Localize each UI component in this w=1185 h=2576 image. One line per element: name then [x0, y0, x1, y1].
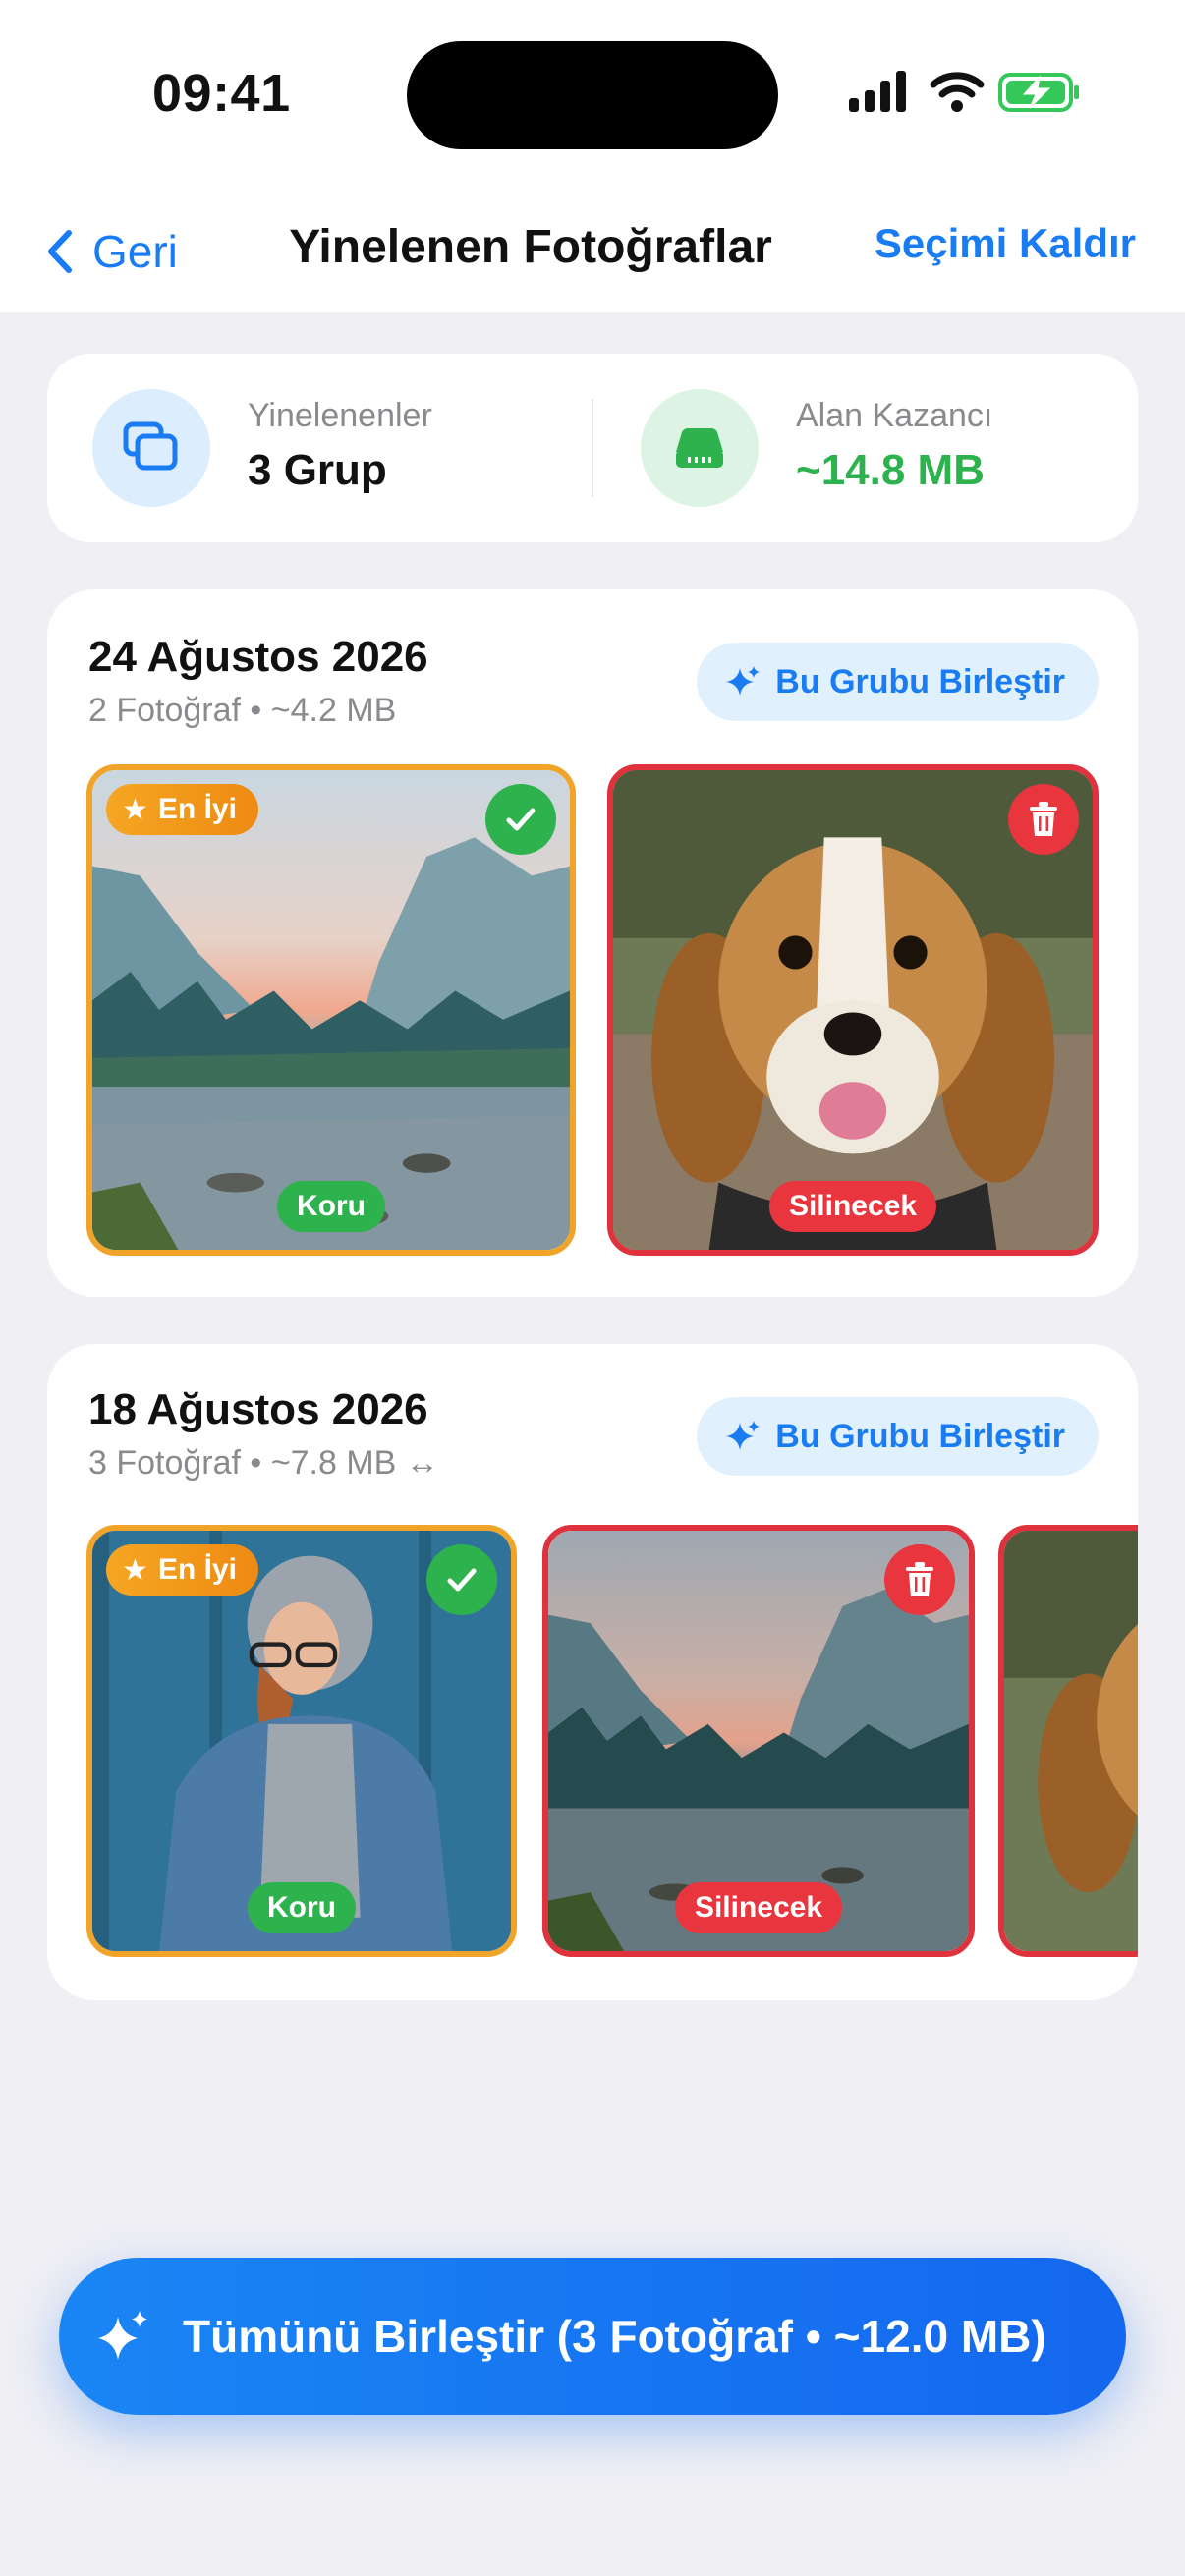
selected-check-icon[interactable]: [485, 784, 556, 855]
photo-thumbnail[interactable]: ★ En İyi Koru: [86, 1525, 517, 1957]
space-label: Alan Kazancı: [796, 397, 993, 434]
duplicate-group-card: 24 Ağustos 2026 2 Fotoğraf • ~4.2 MB Bu …: [47, 589, 1138, 1297]
photo-stack-icon: [123, 421, 178, 471]
merge-all-label: Tümünü Birleştir (3 Fotoğraf • ~12.0 MB): [183, 2311, 1046, 2362]
wifi-icon: [930, 72, 985, 112]
trash-icon[interactable]: [884, 1544, 955, 1615]
sparkles-icon: [726, 666, 761, 696]
group-date: 18 Ağustos 2026: [88, 1385, 428, 1433]
selected-check-icon[interactable]: [426, 1544, 497, 1615]
storage-drive-icon: [676, 428, 723, 468]
space-value: ~14.8 MB: [796, 446, 985, 494]
duplicate-group-card: 18 Ağustos 2026 3 Fotoğraf • ~7.8 MB ↔ B…: [47, 1344, 1138, 2000]
photo-thumbnail[interactable]: ★ En İyi Koru: [86, 764, 576, 1256]
storage-icon-badge: [641, 389, 759, 507]
dog-photo: [1004, 1531, 1138, 1951]
duplicates-icon-badge: [92, 389, 210, 507]
duplicates-label: Yinelenenler: [248, 397, 432, 434]
photo-thumbnail[interactable]: Silinecek: [542, 1525, 975, 1957]
battery-charging-icon: [998, 73, 1079, 112]
best-label: En İyi: [157, 793, 237, 825]
group-date: 24 Ağustos 2026: [88, 633, 428, 681]
photo-thumbnail[interactable]: Silinecek: [607, 764, 1099, 1256]
dynamic-island: [407, 41, 778, 149]
sparkles-icon: [726, 1421, 761, 1450]
trash-icon[interactable]: [1008, 784, 1079, 855]
best-label: En İyi: [157, 1553, 237, 1586]
signal-icon: [849, 71, 906, 112]
merge-group-button[interactable]: Bu Grubu Birleştir: [697, 643, 1099, 721]
merge-all-button[interactable]: Tümünü Birleştir (3 Fotoğraf • ~12.0 MB): [59, 2258, 1126, 2415]
delete-tag: Silinecek: [768, 1181, 937, 1232]
star-icon: ★: [122, 793, 148, 826]
photo-thumbnail[interactable]: [998, 1525, 1138, 1957]
merge-group-button[interactable]: Bu Grubu Birleştir: [697, 1397, 1099, 1476]
status-time: 09:41: [152, 64, 291, 123]
delete-tag: Silinecek: [674, 1882, 843, 1933]
sparkles-icon: [98, 2311, 147, 2360]
divider: [592, 399, 593, 497]
best-badge: ★ En İyi: [106, 1544, 258, 1596]
duplicates-value: 3 Grup: [248, 446, 387, 494]
keep-tag: Koru: [248, 1882, 356, 1933]
best-badge: ★ En İyi: [106, 784, 258, 835]
status-icons: [849, 71, 1081, 120]
deselect-button[interactable]: Seçimi Kaldır: [875, 220, 1136, 267]
summary-card: Yinelenenler 3 Grup Alan Kazancı ~14.8 M…: [47, 354, 1138, 542]
top-bar: 09:41 Geri Yinelenen Fotoğraflar Seçimi …: [0, 0, 1185, 312]
merge-group-label: Bu Grubu Birleştir: [775, 662, 1065, 700]
group-meta: 2 Fotoğraf • ~4.2 MB: [88, 692, 397, 729]
keep-tag: Koru: [277, 1181, 385, 1232]
group-meta: 3 Fotoğraf • ~7.8 MB ↔: [88, 1444, 439, 1482]
star-icon: ★: [122, 1553, 148, 1587]
merge-group-label: Bu Grubu Birleştir: [775, 1417, 1065, 1455]
navigation-bar: Geri Yinelenen Fotoğraflar Seçimi Kaldır: [0, 206, 1185, 295]
